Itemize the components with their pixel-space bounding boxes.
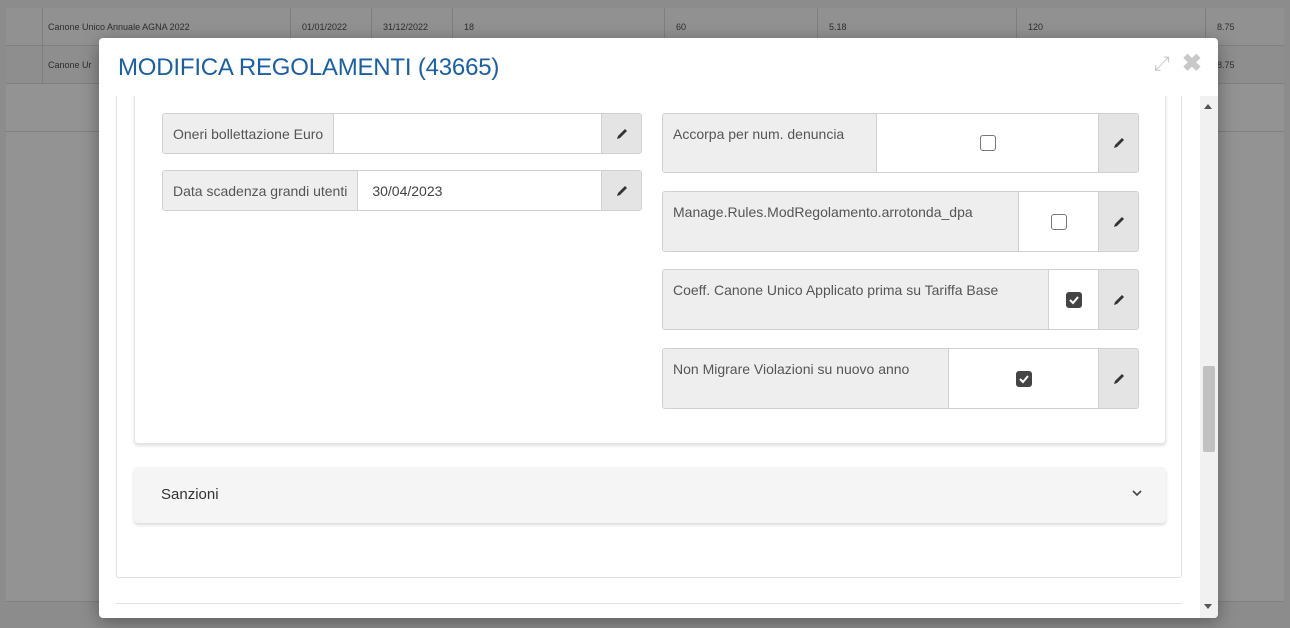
scroll-thumb[interactable] <box>1203 366 1215 452</box>
pencil-icon[interactable] <box>1098 349 1138 408</box>
scrollbar[interactable] <box>1200 96 1218 618</box>
pencil-icon[interactable] <box>601 114 641 153</box>
field-label: Non Migrare Violazioni su nuovo anno <box>663 349 949 408</box>
field-label: Data scadenza grandi utenti <box>163 171 359 210</box>
non-migrare-checkbox[interactable] <box>1015 370 1032 387</box>
coeff-canone-checkbox-cell[interactable] <box>1049 270 1098 329</box>
pencil-icon[interactable] <box>601 171 641 210</box>
field-label: Coeff. Canone Unico Applicato prima su T… <box>663 270 1049 329</box>
field-coeff-canone: Coeff. Canone Unico Applicato prima su T… <box>662 269 1139 330</box>
chevron-down-icon <box>1132 490 1142 497</box>
expand-icon[interactable]: ⤢ <box>1154 54 1170 74</box>
coeff-canone-checkbox[interactable] <box>1065 291 1082 308</box>
close-icon[interactable]: ✖ <box>1182 52 1202 76</box>
pencil-icon[interactable] <box>1098 270 1138 329</box>
modal-title: MODIFICA REGOLAMENTI (43665) <box>118 54 500 81</box>
field-accorpa-denuncia: Accorpa per num. denuncia <box>662 113 1139 173</box>
field-label: Accorpa per num. denuncia <box>663 114 877 172</box>
field-oneri-bollettazione: Oneri bollettazione Euro <box>162 113 642 154</box>
accorpa-denuncia-checkbox[interactable] <box>979 135 996 151</box>
edit-regulations-modal: MODIFICA REGOLAMENTI (43665) ⤢ ✖ Oneri b… <box>99 38 1218 618</box>
field-arrotonda-dpa: Manage.Rules.ModRegolamento.arrotonda_dp… <box>662 191 1139 252</box>
scroll-down-arrow[interactable] <box>1204 604 1212 609</box>
data-scadenza-input[interactable]: 30/04/2023 <box>358 171 601 210</box>
modal-body[interactable]: Oneri bollettazione Euro Data scadenza g… <box>99 96 1199 618</box>
arrotonda-dpa-checkbox-cell[interactable] <box>1019 192 1098 251</box>
form-panel: Oneri bollettazione Euro Data scadenza g… <box>116 96 1182 578</box>
scroll-up-arrow[interactable] <box>1204 104 1212 109</box>
pencil-icon[interactable] <box>1098 192 1138 251</box>
oneri-bollettazione-input[interactable] <box>334 114 601 153</box>
field-data-scadenza: Data scadenza grandi utenti 30/04/2023 <box>162 170 642 211</box>
modal-actions: ⤢ ✖ <box>1154 52 1202 76</box>
field-label: Oneri bollettazione Euro <box>163 114 335 153</box>
accorpa-denuncia-checkbox-cell[interactable] <box>877 114 1098 172</box>
divider <box>116 603 1182 604</box>
field-label: Manage.Rules.ModRegolamento.arrotonda_dp… <box>663 192 1019 251</box>
settings-card: Oneri bollettazione Euro Data scadenza g… <box>134 96 1166 444</box>
field-non-migrare-violazioni: Non Migrare Violazioni su nuovo anno <box>662 348 1139 409</box>
pencil-icon[interactable] <box>1098 114 1138 172</box>
accordion-sanzioni[interactable]: Sanzioni <box>134 467 1166 523</box>
accordion-label: Sanzioni <box>161 486 219 503</box>
arrotonda-dpa-checkbox[interactable] <box>1050 213 1067 230</box>
non-migrare-checkbox-cell[interactable] <box>949 349 1098 408</box>
